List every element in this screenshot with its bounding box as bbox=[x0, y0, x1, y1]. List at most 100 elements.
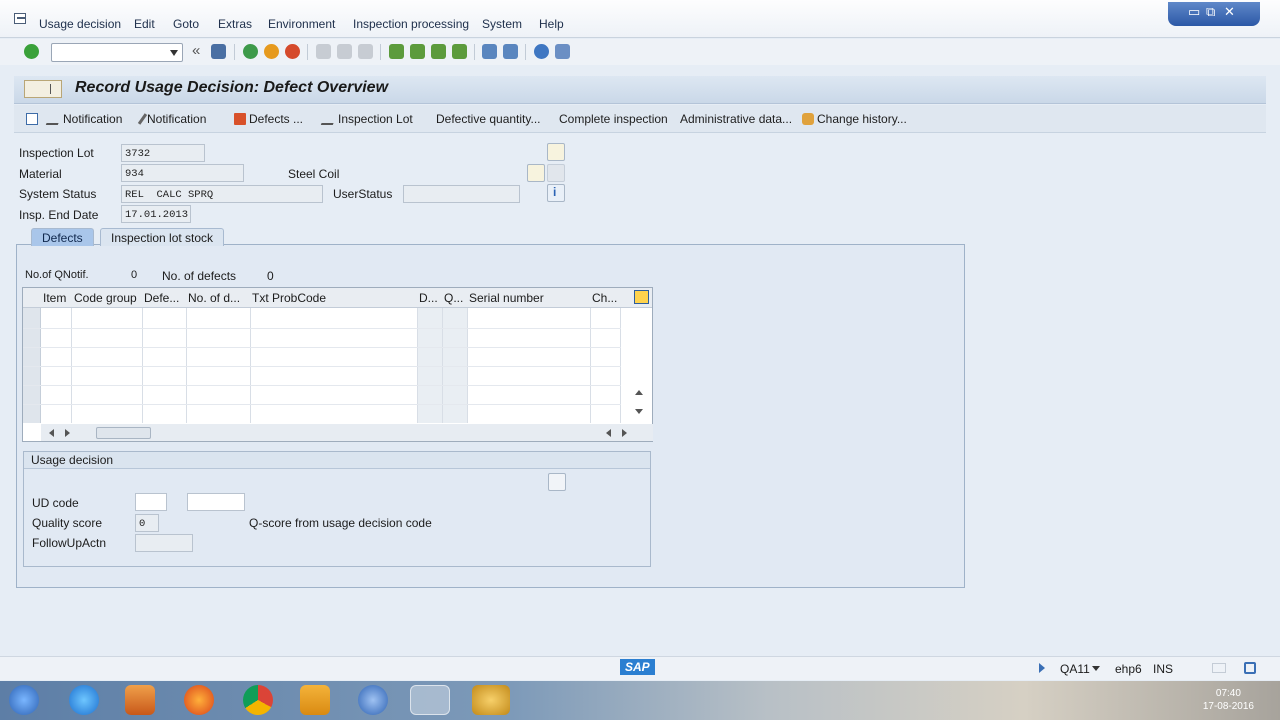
change-history-label: Change history... bbox=[817, 112, 907, 126]
system-clock[interactable]: 07:40 17-08-2016 bbox=[1203, 687, 1254, 713]
tab-inspection-lot-stock[interactable]: Inspection lot stock bbox=[100, 228, 225, 246]
cancel-icon[interactable] bbox=[285, 44, 300, 59]
enter-icon[interactable] bbox=[24, 44, 39, 59]
restore-icon[interactable]: ⧉ bbox=[1206, 5, 1215, 19]
table-header: Item Code group Defe... No. of d... Txt … bbox=[23, 288, 652, 308]
minimize-icon[interactable]: ▭ bbox=[1188, 5, 1200, 19]
transaction-icon[interactable] bbox=[24, 80, 62, 98]
help-icon[interactable] bbox=[534, 44, 549, 59]
table-row[interactable] bbox=[23, 328, 621, 329]
sap-gui-task[interactable] bbox=[472, 685, 510, 715]
command-input[interactable] bbox=[52, 44, 162, 61]
col-code-group[interactable]: Code group bbox=[74, 291, 137, 305]
menu-environment[interactable]: Environment bbox=[268, 17, 335, 31]
table-row[interactable] bbox=[23, 404, 621, 405]
document-icon bbox=[26, 113, 38, 125]
table-settings-icon[interactable] bbox=[634, 290, 649, 304]
col-item[interactable]: Item bbox=[43, 291, 66, 305]
scroll-left-icon[interactable] bbox=[49, 429, 54, 437]
scroll-down-icon[interactable] bbox=[635, 409, 643, 414]
menu-inspection-processing[interactable]: Inspection processing bbox=[353, 17, 469, 31]
title-bar: Record Usage Decision: Defect Overview bbox=[14, 76, 1266, 104]
col-ch[interactable]: Ch... bbox=[592, 291, 617, 305]
administrative-data-button[interactable]: Administrative data... bbox=[680, 112, 792, 126]
monitor-icon bbox=[1212, 663, 1226, 673]
insert-mode[interactable]: INS bbox=[1153, 662, 1173, 676]
scroll-up-icon[interactable] bbox=[635, 390, 643, 395]
defective-quantity-button[interactable]: Defective quantity... bbox=[436, 112, 541, 126]
user-status-field bbox=[403, 185, 520, 203]
chrome-app-icon[interactable] bbox=[358, 685, 388, 715]
col-q[interactable]: Q... bbox=[444, 291, 463, 305]
change-history-button[interactable]: Change history... bbox=[802, 112, 907, 126]
exit-icon[interactable] bbox=[264, 44, 279, 59]
quality-score-label: Quality score bbox=[32, 516, 103, 530]
col-txt-probcode[interactable]: Txt ProbCode bbox=[252, 291, 326, 305]
status-expand-icon[interactable] bbox=[1039, 663, 1045, 673]
defects-button[interactable]: Defects ... bbox=[234, 112, 303, 126]
chevron-down-icon[interactable] bbox=[1092, 666, 1100, 671]
scroll-thumb[interactable] bbox=[96, 427, 151, 439]
layout-icon[interactable] bbox=[555, 44, 570, 59]
col-d[interactable]: D... bbox=[419, 291, 438, 305]
display-material-icon[interactable] bbox=[527, 164, 545, 182]
ud-code-input[interactable] bbox=[135, 493, 167, 511]
notification-edit-button[interactable]: Notification bbox=[137, 112, 206, 126]
col-defect[interactable]: Defe... bbox=[144, 291, 179, 305]
standard-toolbar: « bbox=[0, 39, 1280, 65]
quality-score-field: 0 bbox=[135, 514, 159, 532]
new-session-icon[interactable] bbox=[482, 44, 497, 59]
system-menu-icon[interactable] bbox=[14, 13, 26, 24]
system-id[interactable]: QA11 bbox=[1060, 662, 1090, 676]
back-icon[interactable] bbox=[243, 44, 258, 59]
shortcut-icon[interactable] bbox=[503, 44, 518, 59]
horizontal-scrollbar[interactable] bbox=[41, 424, 653, 441]
display-notification-button[interactable] bbox=[26, 112, 41, 126]
col-no-of-defects[interactable]: No. of d... bbox=[188, 291, 240, 305]
complete-inspection-button[interactable]: Complete inspection bbox=[559, 112, 668, 126]
menu-usage-decision[interactable]: Usage decision bbox=[39, 17, 121, 31]
defects-label: Defects ... bbox=[249, 112, 304, 126]
scroll-right-icon[interactable] bbox=[65, 429, 70, 437]
lock-icon[interactable] bbox=[1244, 662, 1256, 674]
table-row[interactable] bbox=[23, 385, 621, 386]
pencil-icon bbox=[137, 113, 148, 125]
find-icon bbox=[337, 44, 352, 59]
scroll-right-end-icon[interactable] bbox=[622, 429, 627, 437]
sap-logon-task[interactable] bbox=[410, 685, 450, 715]
table-row[interactable] bbox=[23, 347, 621, 348]
notification-create-button[interactable]: Notification bbox=[45, 112, 122, 126]
close-icon[interactable]: ✕ bbox=[1224, 5, 1235, 19]
complete-inspection-label: Complete inspection bbox=[559, 112, 668, 126]
chrome-icon[interactable] bbox=[243, 685, 273, 715]
inspection-lot-button[interactable]: Inspection Lot bbox=[320, 112, 413, 126]
chevron-down-icon[interactable] bbox=[170, 50, 178, 56]
followup-field bbox=[135, 534, 193, 552]
menu-edit[interactable]: Edit bbox=[134, 17, 155, 31]
history-icon[interactable]: « bbox=[192, 42, 200, 59]
table-row[interactable] bbox=[23, 366, 621, 367]
command-field[interactable] bbox=[51, 43, 183, 62]
menu-help[interactable]: Help bbox=[539, 17, 564, 31]
tab-defects[interactable]: Defects bbox=[31, 228, 94, 246]
first-page-icon[interactable] bbox=[389, 44, 404, 59]
col-serial-number[interactable]: Serial number bbox=[469, 291, 544, 305]
display-lot-icon[interactable] bbox=[547, 143, 565, 161]
menu-system[interactable]: System bbox=[482, 17, 522, 31]
menu-extras[interactable]: Extras bbox=[218, 17, 252, 31]
edit-long-text-icon[interactable] bbox=[548, 473, 566, 491]
inspection-lot-field[interactable]: 3732 bbox=[121, 144, 205, 162]
next-page-icon[interactable] bbox=[431, 44, 446, 59]
outlook-icon[interactable] bbox=[300, 685, 330, 715]
firefox-icon[interactable] bbox=[184, 685, 214, 715]
start-button-icon[interactable] bbox=[9, 685, 39, 715]
menu-goto[interactable]: Goto bbox=[173, 17, 199, 31]
last-page-icon[interactable] bbox=[452, 44, 467, 59]
save-icon[interactable] bbox=[211, 44, 226, 59]
internet-explorer-icon[interactable] bbox=[69, 685, 99, 715]
info-icon[interactable]: i bbox=[547, 184, 565, 202]
scroll-left-end-icon[interactable] bbox=[606, 429, 611, 437]
previous-page-icon[interactable] bbox=[410, 44, 425, 59]
material-field[interactable]: 934 bbox=[121, 164, 244, 182]
media-player-icon[interactable] bbox=[125, 685, 155, 715]
